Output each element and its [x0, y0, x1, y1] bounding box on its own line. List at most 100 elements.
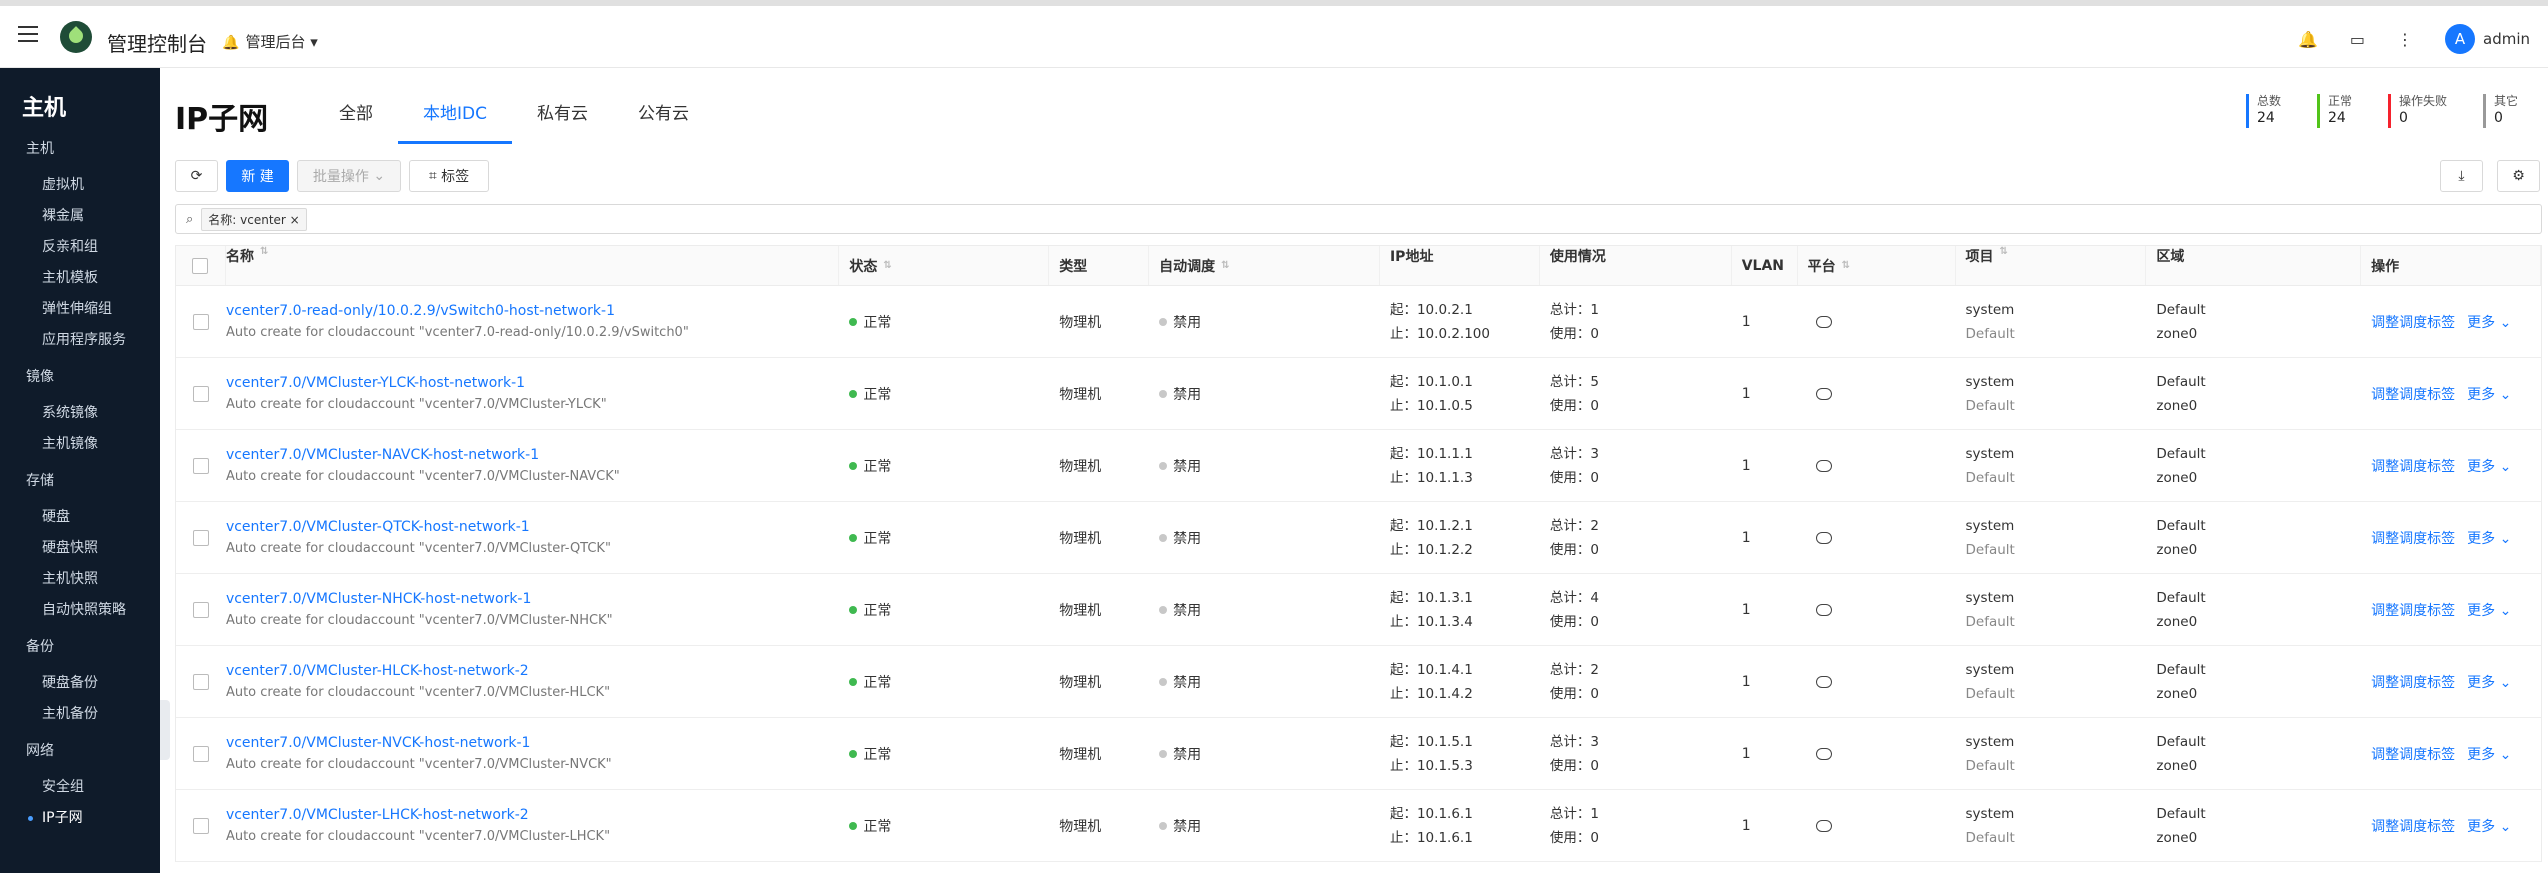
- sort-icon[interactable]: ⇅: [1842, 260, 1850, 271]
- more-actions-link[interactable]: 更多 ⌄: [2467, 816, 2511, 836]
- adjust-schedule-tag-link[interactable]: 调整调度标签: [2371, 744, 2455, 764]
- hamburger-menu-icon[interactable]: [18, 26, 38, 42]
- subnet-name-link[interactable]: vcenter7.0/VMCluster-NHCK-host-network-1: [226, 591, 531, 607]
- row-checkbox[interactable]: [192, 601, 209, 618]
- more-actions-link[interactable]: 更多 ⌄: [2467, 384, 2511, 404]
- subnet-name-link[interactable]: vcenter7.0/VMCluster-QTCK-host-network-1: [226, 519, 530, 535]
- vlan-text: 1: [1741, 673, 1751, 690]
- sidebar-item[interactable]: IP子网: [0, 803, 160, 834]
- tab[interactable]: 私有云: [512, 100, 613, 144]
- sidebar-item[interactable]: 硬盘快照: [0, 533, 160, 564]
- row-checkbox[interactable]: [192, 817, 209, 834]
- adjust-schedule-tag-link[interactable]: 调整调度标签: [2371, 672, 2455, 692]
- notification-icon[interactable]: 🔔: [2298, 30, 2318, 49]
- column-header[interactable]: 自动调度 ⇅: [1149, 246, 1380, 285]
- row-checkbox[interactable]: [192, 457, 209, 474]
- sidebar-item[interactable]: 主机镜像: [0, 429, 160, 460]
- project-name: system: [1965, 661, 2015, 678]
- row-checkbox[interactable]: [192, 673, 209, 690]
- sidebar-item[interactable]: 硬盘: [0, 502, 160, 533]
- new-button[interactable]: 新 建: [226, 160, 289, 192]
- tab[interactable]: 全部: [314, 100, 398, 144]
- sidebar-item[interactable]: 系统镜像: [0, 398, 160, 429]
- subnet-name-link[interactable]: vcenter7.0-read-only/10.0.2.9/vSwitch0-h…: [226, 303, 615, 319]
- type-cell: 物理机: [1049, 718, 1149, 789]
- subnet-name-link[interactable]: vcenter7.0/VMCluster-NAVCK-host-network-…: [226, 447, 539, 463]
- column-header[interactable]: 项目 ⇅: [1956, 246, 2147, 285]
- adjust-schedule-tag-link[interactable]: 调整调度标签: [2371, 528, 2455, 548]
- cloud-icon: [1815, 315, 1832, 328]
- tag-button[interactable]: ⌗ 标签: [409, 160, 489, 192]
- stat-value: 0: [2493, 110, 2503, 126]
- column-header[interactable]: 状态 ⇅: [839, 246, 1050, 285]
- stat-label: 总数: [2256, 94, 2281, 108]
- subnet-name-link[interactable]: vcenter7.0/VMCluster-HLCK-host-network-2: [226, 663, 529, 679]
- refresh-button[interactable]: ⟳: [175, 160, 218, 192]
- more-actions-link[interactable]: 更多 ⌄: [2467, 528, 2511, 548]
- adjust-schedule-tag-link[interactable]: 调整调度标签: [2371, 384, 2455, 404]
- filter-chip[interactable]: 名称: vcenter ×: [201, 207, 307, 231]
- toolbar: ⟳ 新 建 批量操作 ⌄ ⌗ 标签: [175, 160, 489, 192]
- sort-icon[interactable]: ⇅: [883, 260, 891, 271]
- status-cell: 正常: [839, 646, 1049, 717]
- row-select-cell: [176, 574, 226, 645]
- more-actions-link[interactable]: 更多 ⌄: [2467, 672, 2511, 692]
- vlan-text: 1: [1741, 601, 1751, 618]
- sidebar-collapse-handle[interactable]: [160, 700, 170, 760]
- usage-used: 使用：0: [1549, 469, 1599, 486]
- tab[interactable]: 公有云: [613, 100, 714, 144]
- sidebar-item[interactable]: 自动快照策略: [0, 595, 160, 626]
- column-header-label: IP地址: [1389, 249, 1434, 265]
- more-actions-link[interactable]: 更多 ⌄: [2467, 312, 2511, 332]
- more-actions-link[interactable]: 更多 ⌄: [2467, 600, 2511, 620]
- batch-actions-button[interactable]: 批量操作 ⌄: [297, 160, 401, 192]
- row-checkbox[interactable]: [192, 313, 209, 330]
- sidebar-item[interactable]: 安全组: [0, 772, 160, 803]
- search-filter-bar[interactable]: ⌕ 名称: vcenter ×: [175, 204, 2542, 234]
- region-domain: Default: [2156, 445, 2206, 462]
- tab[interactable]: 本地IDC: [398, 100, 512, 144]
- export-button[interactable]: ⤓: [2440, 160, 2483, 192]
- select-all-checkbox[interactable]: [192, 257, 209, 274]
- subnet-name-link[interactable]: vcenter7.0/VMCluster-YLCK-host-network-1: [226, 375, 525, 391]
- subnet-name-link[interactable]: vcenter7.0/VMCluster-NVCK-host-network-1: [226, 735, 531, 751]
- adjust-schedule-tag-link[interactable]: 调整调度标签: [2371, 312, 2455, 332]
- subnet-name-link[interactable]: vcenter7.0/VMCluster-LHCK-host-network-2: [226, 807, 529, 823]
- sort-icon[interactable]: ⇅: [1221, 260, 1229, 271]
- sidebar-item[interactable]: 硬盘备份: [0, 668, 160, 699]
- terminal-icon[interactable]: ▭: [2350, 30, 2365, 49]
- adjust-schedule-tag-link[interactable]: 调整调度标签: [2371, 600, 2455, 620]
- sidebar-item[interactable]: 主机快照: [0, 564, 160, 595]
- sort-icon[interactable]: ⇅: [2000, 246, 2008, 257]
- row-checkbox[interactable]: [192, 529, 209, 546]
- more-label: 更多: [2467, 530, 2496, 547]
- cloud-icon: [1815, 747, 1832, 760]
- row-checkbox[interactable]: [192, 745, 209, 762]
- more-vertical-icon[interactable]: ⋮: [2397, 30, 2413, 49]
- sidebar-item[interactable]: 裸金属: [0, 201, 160, 232]
- platform-cell: [1798, 286, 1956, 357]
- row-select-cell: [176, 358, 226, 429]
- download-icon: ⤓: [2458, 168, 2465, 184]
- region-domain: Default: [2156, 589, 2206, 606]
- console-switch[interactable]: 🔔 管理后台 ▾: [222, 31, 318, 52]
- sidebar-item[interactable]: 反亲和组: [0, 232, 160, 263]
- table-row: vcenter7.0/VMCluster-LHCK-host-network-2…: [176, 790, 2541, 862]
- sidebar-item[interactable]: 虚拟机: [0, 170, 160, 201]
- sidebar-item[interactable]: 主机模板: [0, 263, 160, 294]
- more-actions-link[interactable]: 更多 ⌄: [2467, 456, 2511, 476]
- adjust-schedule-tag-link[interactable]: 调整调度标签: [2371, 456, 2455, 476]
- sidebar-item[interactable]: 弹性伸缩组: [0, 294, 160, 325]
- user-menu[interactable]: A admin: [2445, 24, 2530, 54]
- row-checkbox[interactable]: [192, 385, 209, 402]
- sidebar-item[interactable]: 主机备份: [0, 699, 160, 730]
- vlan-text: 1: [1741, 529, 1751, 546]
- sort-icon[interactable]: ⇅: [260, 246, 268, 257]
- more-actions-link[interactable]: 更多 ⌄: [2467, 744, 2511, 764]
- column-header[interactable]: 名称 ⇅: [226, 246, 840, 285]
- sidebar-item[interactable]: 应用程序服务: [0, 325, 160, 356]
- adjust-schedule-tag-link[interactable]: 调整调度标签: [2371, 816, 2455, 836]
- column-header-label: 使用情况: [1549, 249, 1606, 265]
- settings-button[interactable]: ⚙: [2497, 160, 2540, 192]
- column-header[interactable]: 平台 ⇅: [1798, 246, 1956, 285]
